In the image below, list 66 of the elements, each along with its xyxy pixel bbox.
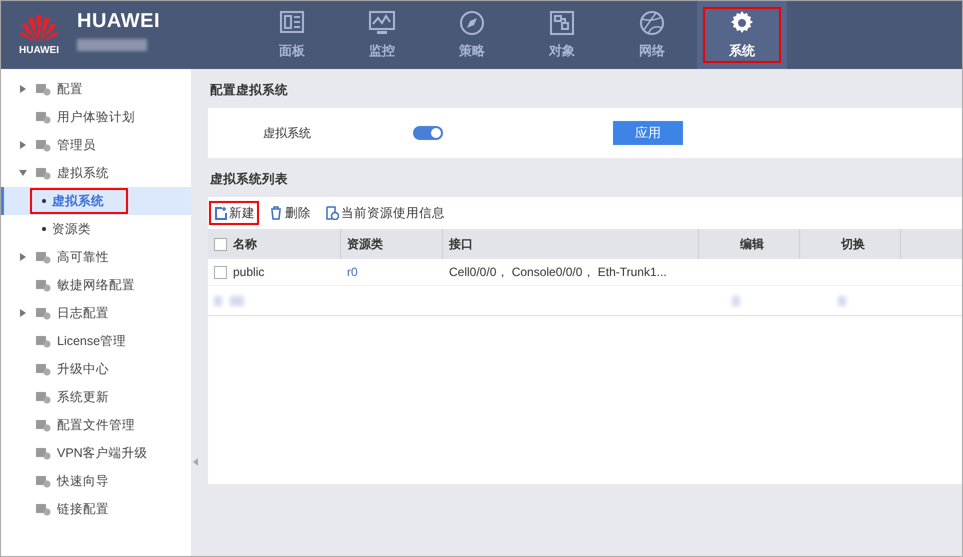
menu-item-icon (35, 166, 51, 180)
column-header-text: 名称 (233, 236, 257, 254)
menu-item-icon (35, 362, 51, 376)
submenu-item[interactable]: 资源类 (52, 216, 115, 242)
menu-item[interactable]: 管理员 (57, 136, 96, 154)
toolbar-button[interactable]: 当前资源使用信息 (321, 200, 449, 226)
compass-icon (458, 9, 486, 38)
column-header: 编辑 (699, 229, 800, 260)
caret-right-icon[interactable] (19, 309, 27, 318)
menu-item-icon (35, 110, 51, 124)
toggle-switch[interactable] (413, 126, 443, 140)
menu-item[interactable]: 链接配置 (57, 500, 109, 518)
menu-item[interactable]: 配置文件管理 (57, 416, 135, 434)
bullet-icon (42, 227, 46, 231)
blurred-device-name (77, 39, 147, 51)
menu-item-icon (35, 474, 51, 488)
caret-down-icon[interactable] (19, 169, 27, 178)
bullet-icon (42, 199, 46, 203)
menu-item-icon (35, 390, 51, 404)
menu-item[interactable]: 系统更新 (57, 388, 109, 406)
menu-item-icon (35, 278, 51, 292)
menu-item[interactable]: License管理 (57, 332, 126, 350)
menu-item-icon (35, 306, 51, 320)
select-all-checkbox[interactable] (214, 238, 227, 251)
menu-item[interactable]: 高可靠性 (57, 248, 109, 266)
submenu-item[interactable]: 虚拟系统 (52, 188, 128, 214)
section-title: 配置虚拟系统 (209, 82, 289, 99)
object-diagram-icon (548, 9, 576, 38)
document-info-icon (325, 206, 339, 220)
menu-item[interactable]: 配置 (57, 80, 83, 98)
menu-item[interactable]: 敏捷网络配置 (57, 276, 135, 294)
globe-icon (638, 9, 666, 38)
trash-icon (269, 206, 283, 220)
menu-item[interactable]: 用户体验计划 (57, 108, 135, 126)
table-cell-text: Cell0/0/0， Console0/0/0， Eth-Trunk1... (448, 264, 668, 282)
menu-item[interactable]: 虚拟系统 (57, 164, 109, 182)
menu-item[interactable]: 日志配置 (57, 304, 109, 322)
menu-item-icon (35, 334, 51, 348)
new-document-icon (213, 206, 227, 220)
section-title: 虚拟系统列表 (209, 170, 289, 188)
brand-name: HUAWEI (77, 11, 161, 31)
menu-item-icon (35, 446, 51, 460)
menu-item-icon (35, 502, 51, 516)
menu-item-icon (35, 418, 51, 432)
field-label: 虚拟系统 (263, 124, 312, 142)
logo-icon (19, 12, 59, 42)
column-header: 资源类 (341, 229, 443, 260)
caret-right-icon[interactable] (19, 85, 27, 94)
logo-text: HUAWEI (19, 44, 59, 58)
toolbar-button[interactable]: 删除 (265, 200, 315, 226)
menu-item[interactable]: VPN客户端升级 (57, 444, 148, 462)
column-header: 切换 (800, 229, 901, 260)
menu-item[interactable]: 升级中心 (57, 360, 109, 378)
apply-button[interactable]: 应用 (613, 120, 683, 145)
menu-item-icon (35, 138, 51, 152)
column-header: 接口 (443, 229, 699, 260)
row-checkbox[interactable] (214, 266, 227, 279)
nav-tab[interactable]: 系统 (697, 1, 787, 69)
menu-item-icon (35, 250, 51, 264)
caret-right-icon[interactable] (19, 141, 27, 150)
table-cell-text: public (233, 264, 264, 282)
toolbar-button[interactable]: 新建 (209, 200, 259, 226)
link[interactable]: r0 (347, 263, 358, 282)
menu-item-icon (35, 82, 51, 96)
menu-item[interactable]: 快速向导 (57, 472, 109, 490)
caret-right-icon[interactable] (19, 253, 27, 262)
